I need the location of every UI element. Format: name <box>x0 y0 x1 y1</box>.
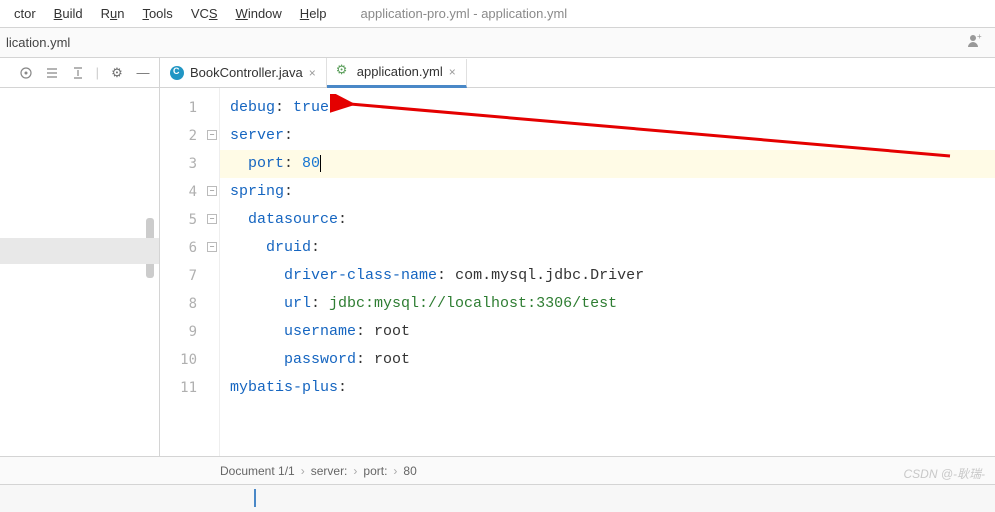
line-number[interactable]: 10 <box>160 346 219 374</box>
chevron-right-icon: › <box>301 464 305 478</box>
code-line[interactable]: password: root <box>220 346 995 374</box>
expand-icon[interactable] <box>44 65 60 81</box>
code-line[interactable]: port: 80 <box>220 150 995 178</box>
fold-icon[interactable]: − <box>207 186 217 196</box>
menu-window[interactable]: Window <box>228 3 290 24</box>
breadcrumb-doc: Document 1/1 <box>220 464 295 478</box>
code-line[interactable]: spring: <box>220 178 995 206</box>
code-line[interactable]: datasource: <box>220 206 995 234</box>
main-area: 12−34−5−6−7891011 debug: trueserver: por… <box>0 88 995 456</box>
breadcrumb-item[interactable]: server: <box>311 464 348 478</box>
line-number[interactable]: 3 <box>160 150 219 178</box>
tab-bookcontroller[interactable]: BookController.java × <box>160 58 327 87</box>
svg-text:+: + <box>977 33 982 41</box>
code-line[interactable]: server: <box>220 122 995 150</box>
editor-tabs: BookController.java × application.yml × <box>160 58 467 87</box>
tab-application-yml[interactable]: application.yml × <box>327 59 467 88</box>
menu-build[interactable]: Build <box>46 3 91 24</box>
collapse-icon[interactable] <box>70 65 86 81</box>
breadcrumb-item[interactable]: 80 <box>403 464 416 478</box>
line-number[interactable]: 8 <box>160 290 219 318</box>
menu-refactor[interactable]: ctor <box>6 3 44 24</box>
editor-breadcrumb[interactable]: Document 1/1 › server: › port: › 80 <box>0 456 995 484</box>
target-icon[interactable] <box>18 65 34 81</box>
line-number[interactable]: 2− <box>160 122 219 150</box>
chevron-right-icon: › <box>353 464 357 478</box>
yml-file-icon <box>337 65 351 79</box>
line-number[interactable]: 6− <box>160 234 219 262</box>
code-editor[interactable]: debug: trueserver: port: 80spring: datas… <box>220 88 995 456</box>
fold-icon[interactable]: − <box>207 242 217 252</box>
watermark: CSDN @-耿瑞- <box>903 465 985 482</box>
line-number[interactable]: 7 <box>160 262 219 290</box>
close-icon[interactable]: × <box>449 65 456 79</box>
user-icon[interactable]: + <box>967 33 989 52</box>
code-line[interactable]: debug: true <box>220 94 995 122</box>
menu-bar: ctor Build Run Tools VCS Window Help app… <box>0 0 995 28</box>
menu-help[interactable]: Help <box>292 3 335 24</box>
line-gutter[interactable]: 12−34−5−6−7891011 <box>160 88 220 456</box>
menu-tools[interactable]: Tools <box>134 3 180 24</box>
window-title: application-pro.yml - application.yml <box>361 6 568 21</box>
close-icon[interactable]: × <box>309 66 316 80</box>
project-toolbar: | ⚙ — <box>0 58 160 87</box>
chevron-right-icon: › <box>393 464 397 478</box>
sidebar-selection <box>0 238 159 264</box>
line-number[interactable]: 4− <box>160 178 219 206</box>
fold-icon[interactable]: − <box>207 130 217 140</box>
menu-run[interactable]: Run <box>93 3 133 24</box>
code-line[interactable]: mybatis-plus: <box>220 374 995 402</box>
java-class-icon <box>170 66 184 80</box>
line-number[interactable]: 9 <box>160 318 219 346</box>
menu-vcs[interactable]: VCS <box>183 3 226 24</box>
breadcrumb-file[interactable]: lication.yml <box>6 35 70 50</box>
breadcrumb-item[interactable]: port: <box>363 464 387 478</box>
status-hint <box>254 489 256 507</box>
line-number[interactable]: 1 <box>160 94 219 122</box>
tab-label: application.yml <box>357 64 443 79</box>
line-number[interactable]: 5− <box>160 206 219 234</box>
project-sidebar[interactable] <box>0 88 160 456</box>
code-line[interactable]: driver-class-name: com.mysql.jdbc.Driver <box>220 262 995 290</box>
code-line[interactable]: username: root <box>220 318 995 346</box>
minimize-icon[interactable]: — <box>135 65 151 81</box>
code-line[interactable]: url: jdbc:mysql://localhost:3306/test <box>220 290 995 318</box>
tab-label: BookController.java <box>190 65 303 80</box>
navigation-bar: lication.yml + <box>0 28 995 58</box>
gear-icon[interactable]: ⚙ <box>109 65 125 81</box>
status-bar <box>0 484 995 512</box>
line-number[interactable]: 11 <box>160 374 219 402</box>
toolbar-row: | ⚙ — BookController.java × application.… <box>0 58 995 88</box>
fold-icon[interactable]: − <box>207 214 217 224</box>
code-line[interactable]: druid: <box>220 234 995 262</box>
